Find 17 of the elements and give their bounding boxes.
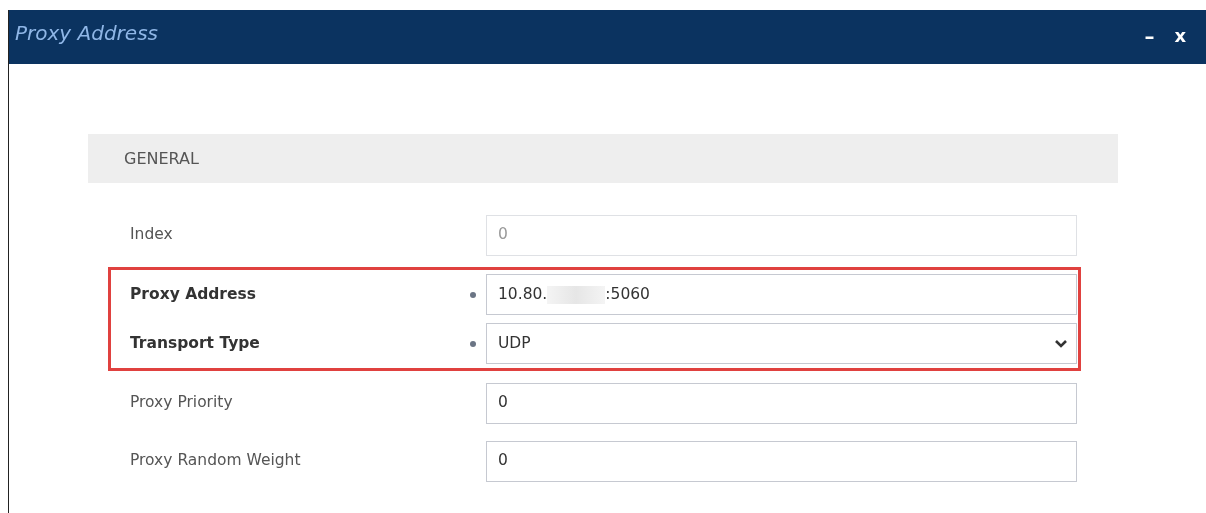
select-field[interactable]: UDP <box>486 323 1077 364</box>
section-title: GENERAL <box>124 147 199 170</box>
modified-dot <box>470 291 476 298</box>
input-field[interactable]: 10.80. :5060 <box>486 274 1077 315</box>
modified-dot <box>470 340 476 347</box>
chevron-down-icon <box>1054 338 1068 349</box>
field-label: Proxy Random Weight <box>130 450 302 472</box>
field-label: Proxy Address <box>130 283 257 305</box>
input-field[interactable]: 0 <box>486 440 1077 482</box>
field-label: Transport Type <box>130 332 261 354</box>
input-field: 0 <box>486 214 1077 256</box>
minimize-button[interactable]: – <box>1138 26 1161 46</box>
input-field[interactable]: 0 <box>486 382 1077 424</box>
field-label: Proxy Priority <box>130 392 234 414</box>
close-button[interactable]: x <box>1168 26 1192 46</box>
field-label: Index <box>130 224 174 246</box>
window-title: Proxy Address <box>15 20 158 47</box>
